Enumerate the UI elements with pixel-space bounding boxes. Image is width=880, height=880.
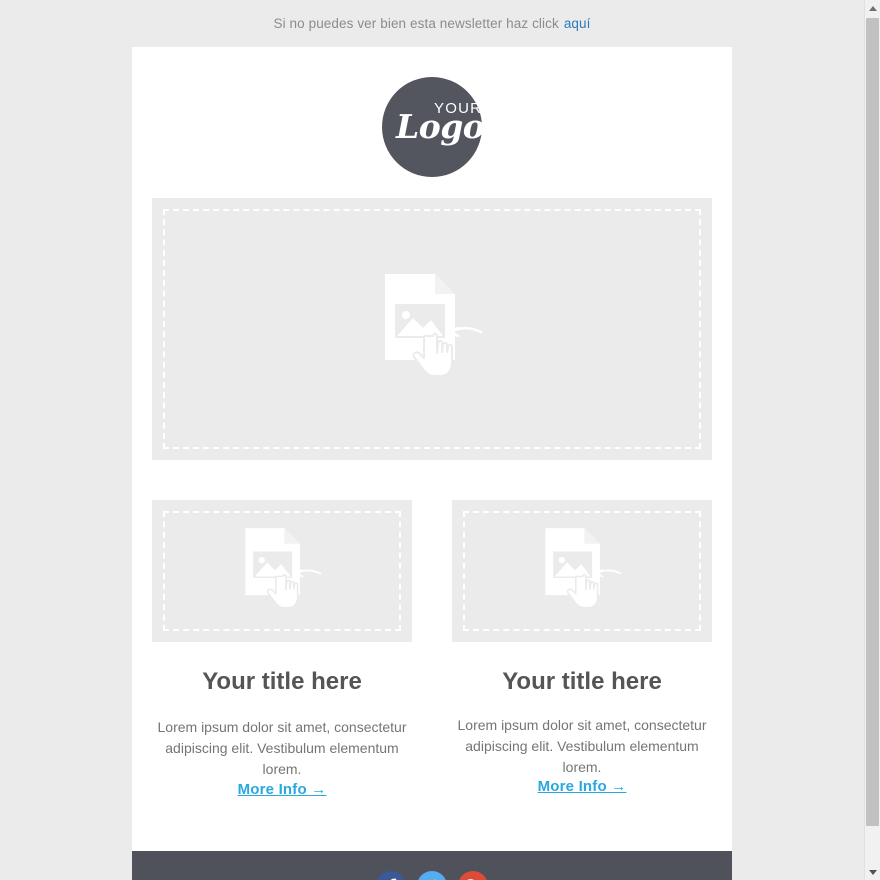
scroll-down-triangle-icon	[868, 869, 877, 875]
scroll-down-arrow[interactable]	[865, 864, 880, 880]
preheader-bar: Si no puedes ver bien esta newsletter ha…	[0, 0, 864, 47]
scroll-thumb[interactable]	[866, 18, 879, 826]
logo-script-text: Logo	[396, 107, 485, 146]
image-drop-icon	[545, 528, 622, 609]
column-body-text: Lorem ipsum dolor sit amet, consectetur …	[157, 718, 407, 777]
column-body-text: Lorem ipsum dolor sit amet, consectetur …	[457, 716, 707, 775]
browser-viewport: Si no puedes ver bien esta newsletter ha…	[0, 0, 864, 880]
column-image-placeholder[interactable]	[152, 500, 412, 642]
logo-section: YOUR Logo	[132, 47, 732, 198]
column-left: Your title here Lorem ipsum dolor sit am…	[152, 500, 412, 799]
email-container: YOUR Logo Your title here Lorem ipsum do…	[132, 47, 732, 880]
image-drop-icon	[385, 274, 483, 377]
column-title: Your title here	[502, 668, 662, 695]
logo-badge[interactable]: YOUR Logo	[382, 77, 485, 177]
column-title: Your title here	[202, 668, 362, 695]
column-right: Your title here Lorem ipsum dolor sit am…	[452, 500, 712, 799]
google-plus-icon[interactable]	[458, 870, 488, 880]
column-link-wrap: More Info →	[152, 781, 412, 799]
preheader-view-online-link[interactable]: aquí	[564, 16, 591, 31]
scroll-up-triangle-icon	[868, 5, 877, 11]
footer-bar	[132, 850, 732, 880]
image-drop-icon	[245, 528, 322, 609]
scroll-up-arrow[interactable]	[865, 0, 880, 16]
more-info-link[interactable]: More Info →	[538, 778, 627, 795]
column-image-placeholder[interactable]	[452, 500, 712, 642]
vertical-scrollbar[interactable]	[864, 0, 880, 880]
twitter-icon[interactable]	[417, 870, 447, 880]
two-column-section: Your title here Lorem ipsum dolor sit am…	[152, 460, 712, 799]
column-link-wrap: More Info →	[452, 778, 712, 796]
hero-image-placeholder[interactable]	[152, 198, 712, 460]
more-info-link[interactable]: More Info →	[238, 781, 327, 798]
facebook-icon[interactable]	[376, 870, 406, 880]
preheader-text: Si no puedes ver bien esta newsletter ha…	[273, 16, 559, 31]
